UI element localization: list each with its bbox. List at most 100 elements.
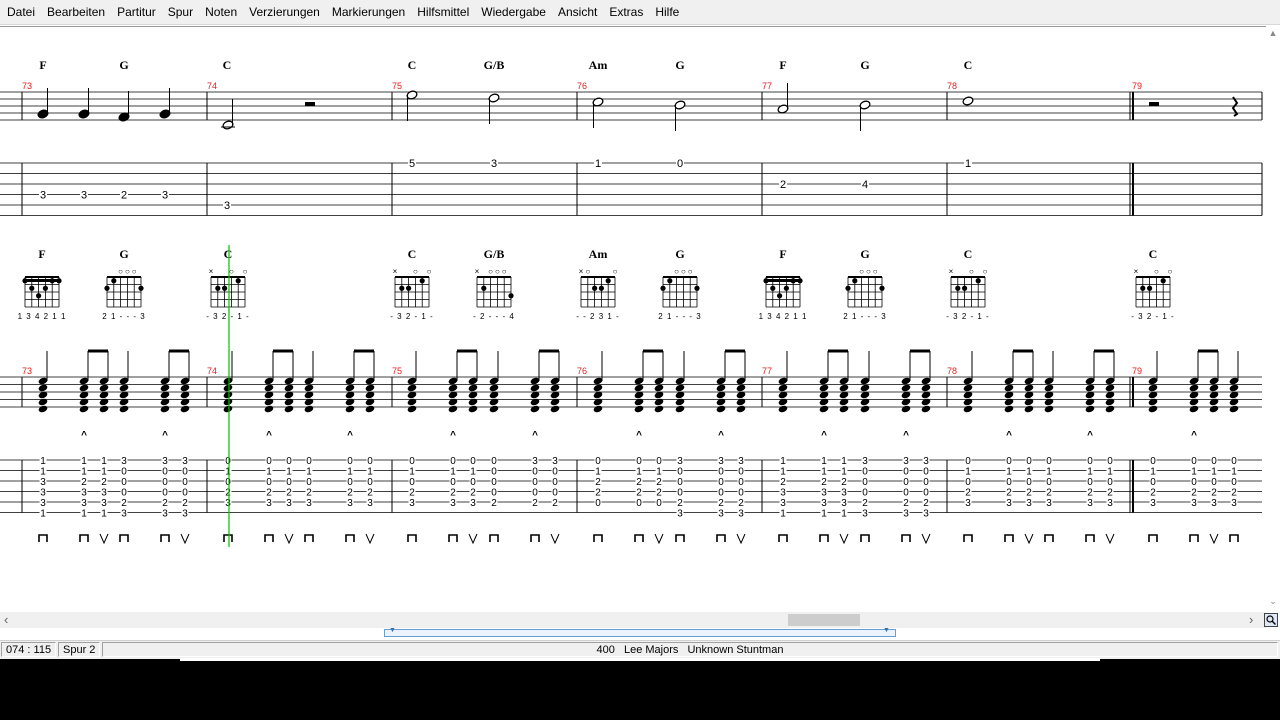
menu-ansicht[interactable]: Ansicht [552,0,603,24]
tab-fret-number: 0 [1046,456,1052,467]
note-head [778,405,788,413]
menu-markierungen[interactable]: Markierungen [326,0,411,24]
scroll-right-icon[interactable]: › [1249,612,1261,628]
note-head [223,384,233,392]
menu-spur[interactable]: Spur [162,0,199,24]
open-string-marker: × [1134,267,1139,276]
tab-fret-number: 1 [81,456,87,467]
downstroke-icon [634,534,644,542]
upstroke-icon [921,533,931,545]
chord-dot [955,285,961,291]
note-head [99,384,109,392]
tab-fret-number: 1 [821,456,827,467]
tab-fret-number: 1 [965,467,971,478]
note-head [593,405,603,413]
chord-name: G [119,247,128,261]
score-view[interactable]: F G C C G/B Am G F G C 73 74 75 76 77 78 79 3 3 2 3 3 5 3 1 0 2 4 1 F… [0,26,1266,613]
tab-fret-number: 1 [1211,467,1217,478]
accent-mark: ^ [532,430,538,441]
scroll-left-icon[interactable]: ‹ [4,612,16,628]
note-head [468,405,478,413]
track-scroll-left-icon[interactable]: ▼ [389,627,396,634]
tab-fret-number: 3 [532,456,538,467]
track-scroll-right-icon[interactable]: ▼ [883,627,890,634]
chord-dot [598,285,605,291]
note-head [921,398,931,406]
menu-hilfsmittel[interactable]: Hilfsmittel [411,0,475,24]
scroll-up-icon[interactable]: ▲ [1266,28,1280,40]
chord-dot [845,285,851,291]
tab-fret-number: 3 [470,498,476,509]
note-head [345,405,355,413]
tab-fret-number: 1 [101,456,107,467]
note-head [1229,384,1239,392]
tab-fret-number: 1 [595,467,601,478]
note-head [839,384,849,392]
tab-fret-number: 0 [367,456,373,467]
chord-diagram [22,276,62,308]
downstroke-icon [593,534,603,542]
tab-fret-number: 0 [552,488,558,499]
open-string-marker: × [579,267,584,276]
chord-fingering: 2 1 - - - 3 [658,312,701,321]
tab-fret-number: 1 [1006,467,1012,478]
tab-fret-number: 2 [491,498,497,509]
menu-partitur[interactable]: Partitur [111,0,162,24]
barre [766,279,800,282]
chord-dot [1140,285,1146,291]
tab-fret-number: 0 [121,477,127,488]
track-scroll-bar[interactable]: ▼ ▼ [384,627,896,637]
note-head [963,384,973,392]
note-head [304,398,314,406]
tab-fret-number: 0 [1211,456,1217,467]
note-head [1148,405,1158,413]
menu-wiedergabe[interactable]: Wiedergabe [475,0,552,24]
tab-fret-number: 1 [841,509,847,520]
tab-fret-number: 0 [1006,456,1012,467]
menu-verzierungen[interactable]: Verzierungen [243,0,326,24]
zoom-button[interactable] [1264,613,1278,627]
tab-fret-number: 2 [636,488,642,499]
measure-number: 77 [762,81,772,91]
chord-name: Am [589,247,608,261]
menu-extras[interactable]: Extras [603,0,649,24]
tab-fret-number: 3 [677,509,683,520]
menu-hilfe[interactable]: Hilfe [649,0,685,24]
note-head [675,405,685,413]
status-artist: Unknown Stuntman [687,644,784,656]
horizontal-scroll-thumb[interactable] [788,614,860,626]
downstroke-icon [1044,534,1054,542]
tab-fret-number: 3 [862,456,868,467]
chord-diagram: × ○ ○ [209,267,248,308]
tab-fret-number: 0 [552,477,558,488]
downstroke-icon [38,534,48,542]
vertical-scrollbar[interactable]: ▲ ⌄ [1266,26,1280,612]
tab-fret-number: 2 [101,477,107,488]
score-canvas[interactable]: F G C C G/B Am G F G C73 74 75 76 77 78 793 3 2 335 3 1 02 41F… [0,27,1266,613]
note-head [345,384,355,392]
note-head [1189,384,1199,392]
tab-fret-number: 2 [1231,488,1237,499]
scroll-down-icon[interactable]: ⌄ [1266,596,1280,608]
menu-bearbeiten[interactable]: Bearbeiten [41,0,111,24]
note-head [963,398,973,406]
accent-mark: ^ [1191,430,1197,441]
chord-dot [29,285,35,291]
note-head [264,405,274,413]
tab-fret-number: 3 [162,190,168,202]
tab-fret-number: 2 [1006,488,1012,499]
open-string-marker: × [209,267,214,276]
menu-datei[interactable]: Datei [0,0,41,24]
chord-dot [104,285,110,291]
note-head [1024,405,1034,413]
tab-fret-number: 1 [40,467,46,478]
menu-noten[interactable]: Noten [199,0,243,24]
tab-fret-number: 3 [101,488,107,499]
horizontal-scrollbar[interactable]: ‹ › [0,612,1266,628]
note-head [1209,398,1219,406]
chord-diagram: × ○ ○ ○ [475,267,514,308]
tab-fret-number: 0 [965,477,971,488]
tab-fret-number: 3 [1046,498,1052,509]
note-head [365,398,375,406]
chord-dot [975,278,981,284]
